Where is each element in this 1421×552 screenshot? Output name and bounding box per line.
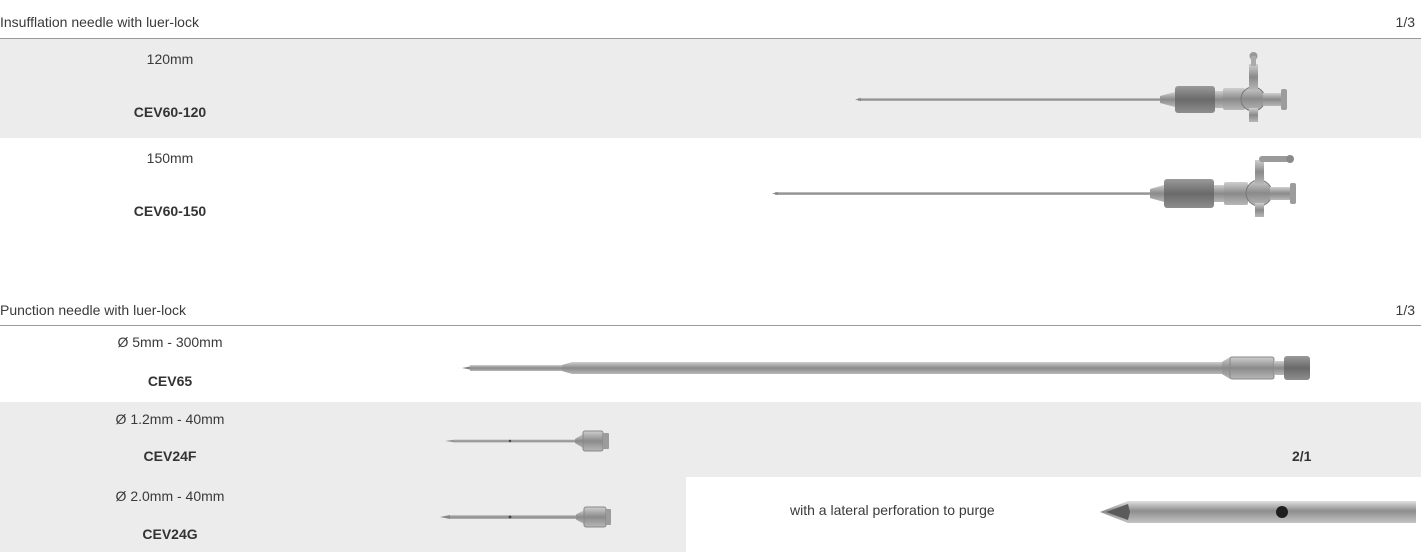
product-size: 150mm [146,150,194,166]
product-code: CEV65 [147,373,193,389]
product-code: CEV60-150 [133,203,207,219]
punction-needle-cev24f-image [445,430,609,452]
product-size: Ø 5mm - 300mm [117,334,223,350]
insufflation-needle-120-image [855,52,1287,122]
scale-label-insufflation: 1/3 [1395,14,1415,30]
detail-scale-label: 2/1 [1292,448,1312,464]
product-code: CEV60-120 [133,104,207,120]
punction-needle-300-image [462,356,1310,380]
product-size: Ø 1.2mm - 40mm [115,411,225,427]
detail-note: with a lateral perforation to purge [790,502,995,518]
product-size: Ø 2.0mm - 40mm [115,488,225,504]
product-code: CEV24G [142,526,198,542]
section-title-punction: Punction needle with luer-lock [0,302,186,318]
product-code: CEV24F [143,448,197,464]
product-size: 120mm [146,51,194,67]
section-title-insufflation: Insufflation needle with luer-lock [0,14,199,30]
scale-label-punction: 1/3 [1395,302,1415,318]
insufflation-needle-150-image [772,155,1296,217]
needle-tip-detail-image [1100,501,1416,523]
punction-needle-cev24g-image [440,506,611,528]
section-divider [0,325,1421,326]
